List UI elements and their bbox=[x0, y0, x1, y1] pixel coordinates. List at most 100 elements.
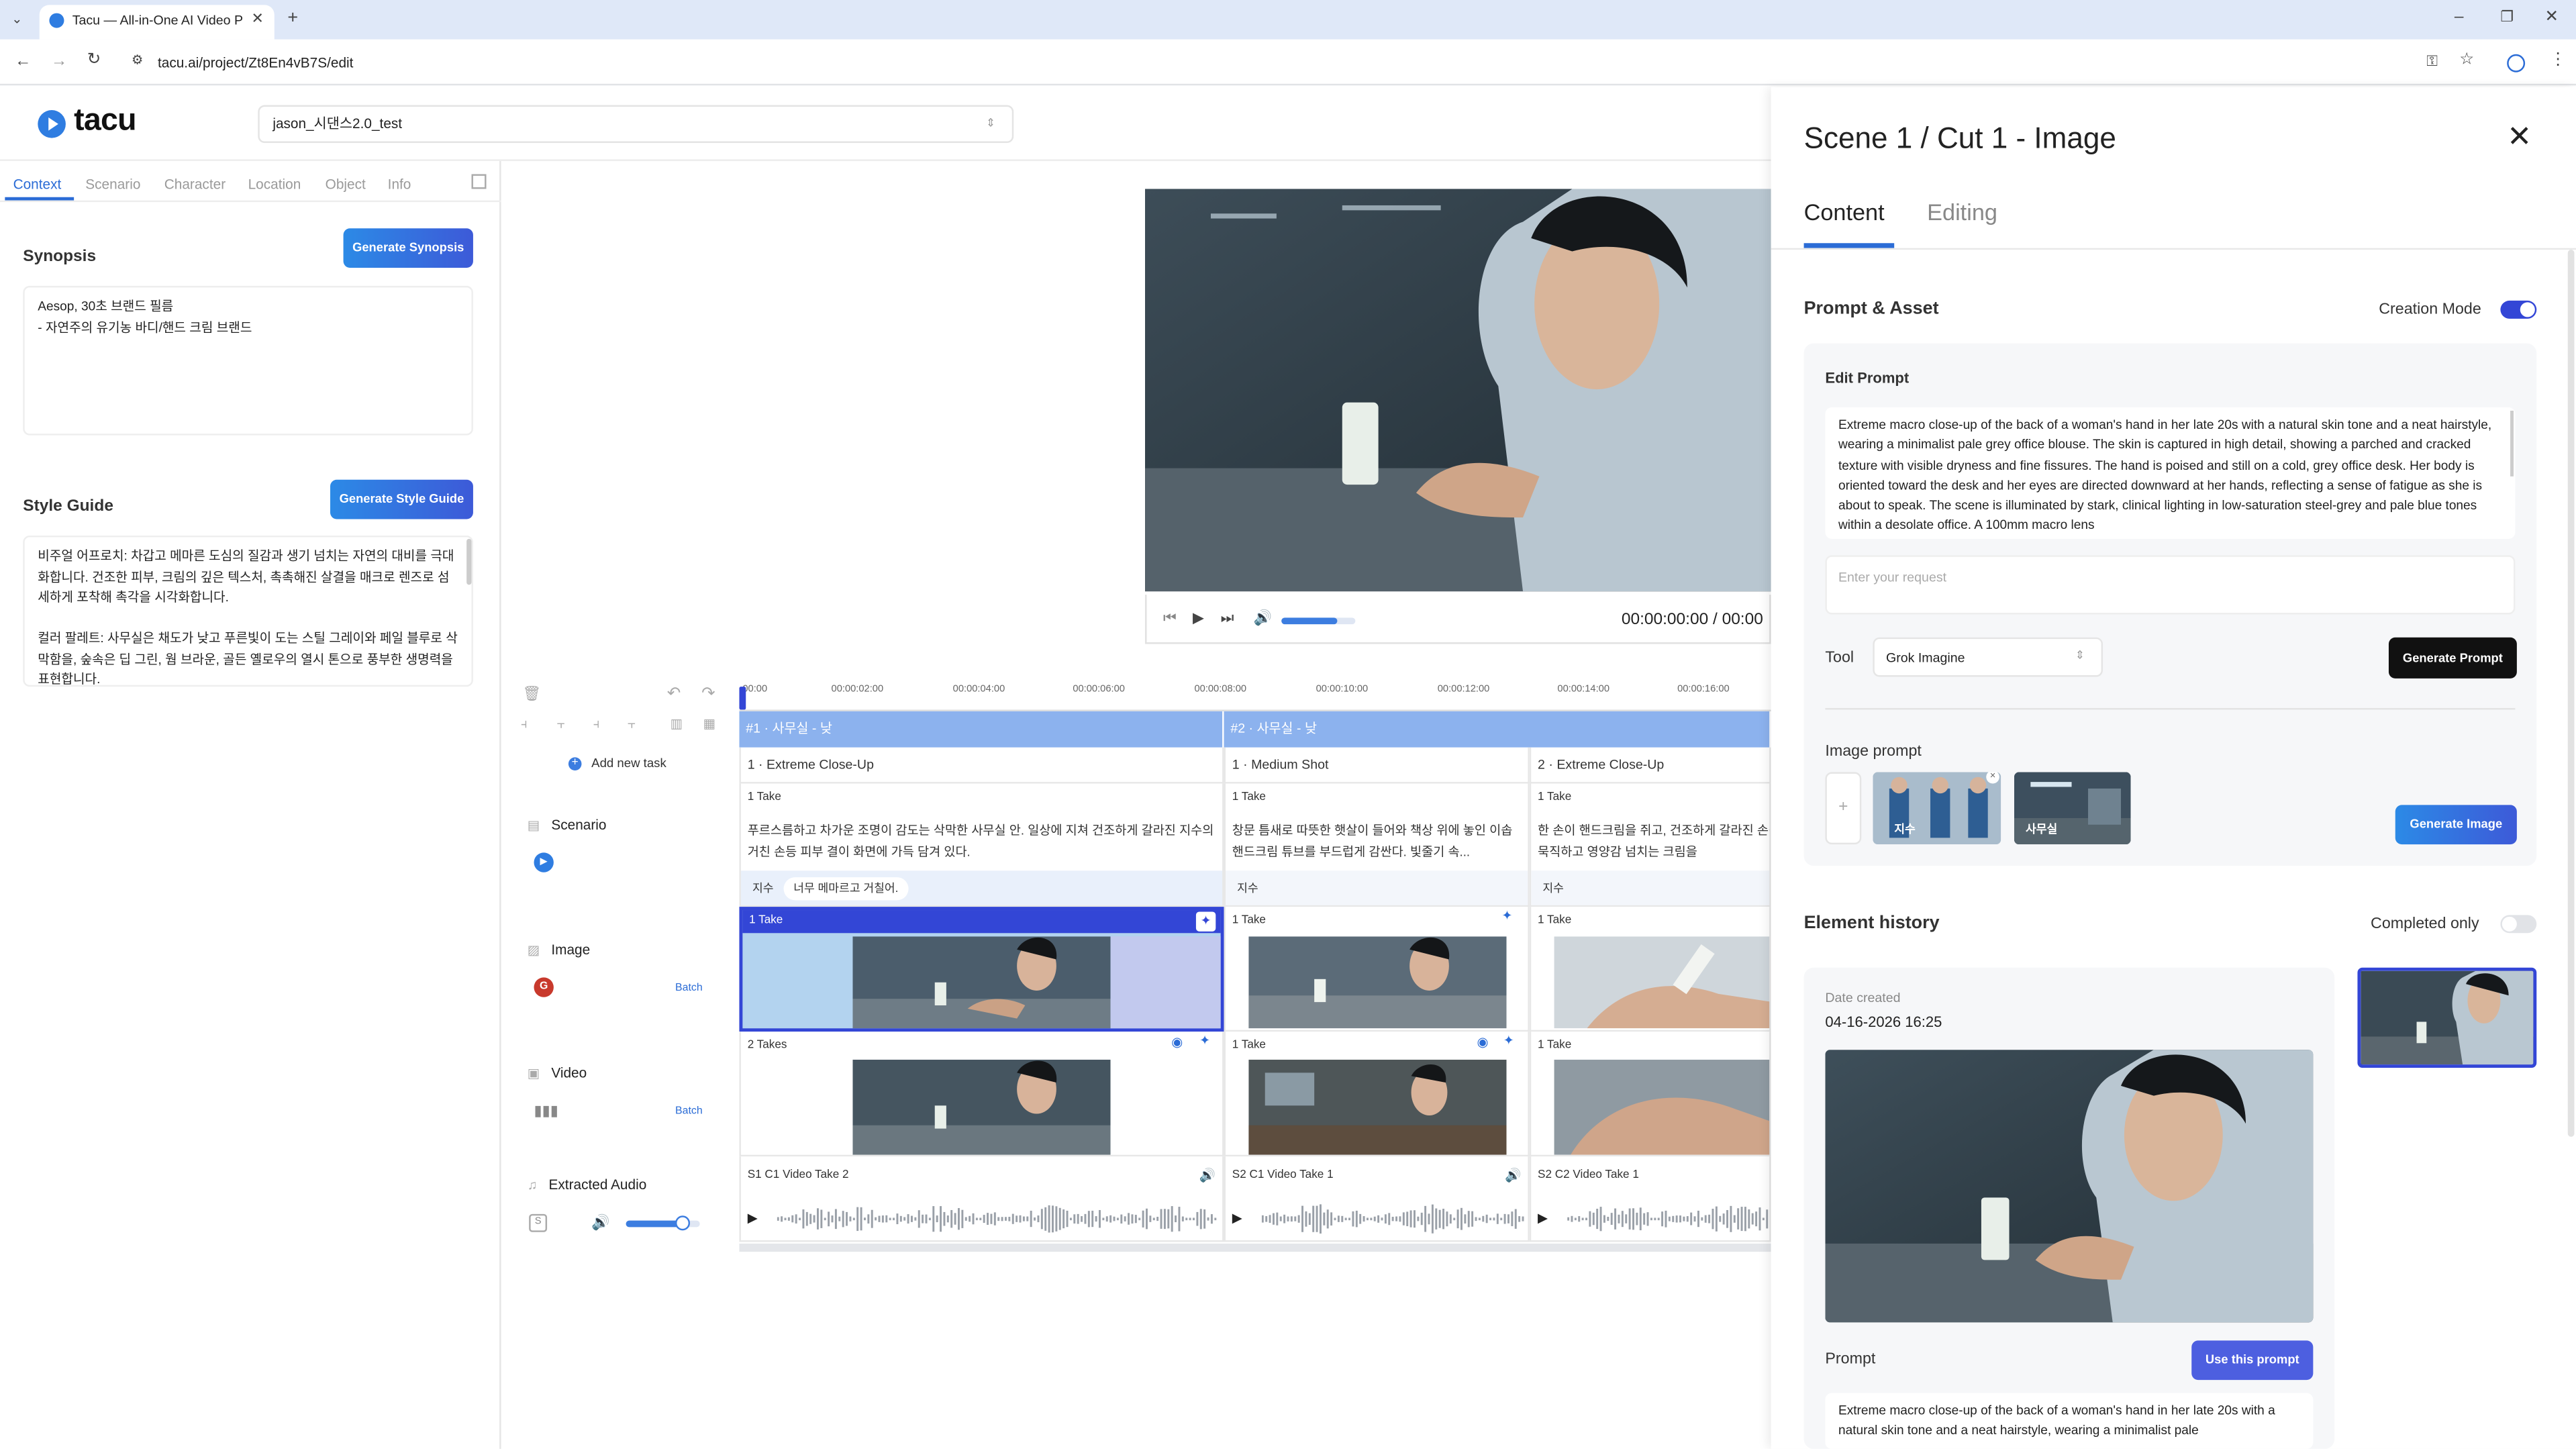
shot-header[interactable]: 1 · Extreme Close-Up bbox=[739, 747, 1224, 784]
video-batch-button[interactable]: Batch bbox=[675, 1105, 703, 1117]
expand-icon[interactable] bbox=[471, 174, 487, 189]
time-ruler[interactable] bbox=[739, 682, 1771, 711]
audio-cell[interactable]: S2 C2 Video Take 1 ▶ bbox=[1529, 1156, 1771, 1242]
scenario-cell[interactable]: 1 Take 창문 틈새로 따뜻한 햇살이 들어와 책상 위에 놓인 이솝 핸드… bbox=[1224, 783, 1530, 907]
tool-select[interactable]: Grok Imagine ⇕ bbox=[1873, 637, 2103, 677]
trash-icon[interactable]: 🗑 bbox=[522, 686, 541, 701]
sparkle-icon[interactable]: ✦ bbox=[1501, 909, 1512, 923]
browser-tab[interactable]: Tacu — All-in-One AI Video P bbox=[39, 5, 275, 40]
audio-volume-icon[interactable]: 🔊 bbox=[591, 1215, 609, 1230]
video-thumbnail[interactable] bbox=[1554, 1059, 1770, 1155]
image-cell[interactable]: 1 Take ✦ bbox=[1224, 907, 1530, 1032]
video-cell[interactable]: 1 Take ◉ ✦ bbox=[1224, 1032, 1530, 1157]
volume-icon[interactable]: 🔊 bbox=[1254, 610, 1272, 626]
completed-only-toggle[interactable] bbox=[2500, 915, 2537, 934]
image-thumbnail[interactable] bbox=[1554, 936, 1770, 1029]
scene-bar-1[interactable]: #1 · 사무실 - 낮 bbox=[739, 711, 1224, 748]
project-selector[interactable]: jason_시댄스2.0_test ⇕ bbox=[258, 105, 1014, 143]
undo-icon[interactable]: ↶ bbox=[667, 686, 681, 703]
password-key-icon[interactable]: ⚿ bbox=[2426, 54, 2438, 69]
image-thumbnail[interactable] bbox=[1248, 936, 1507, 1029]
video-model-icon[interactable]: ▮▮▮ bbox=[534, 1102, 558, 1120]
use-prompt-button[interactable]: Use this prompt bbox=[2191, 1340, 2314, 1381]
sparkle-icon[interactable]: ✦ bbox=[1199, 1034, 1210, 1048]
play-icon[interactable]: ▶ bbox=[1193, 610, 1204, 626]
prompt-textarea[interactable]: Extreme macro close-up of the back of a … bbox=[1825, 407, 2516, 539]
timeline-hscroll[interactable] bbox=[739, 1243, 1771, 1252]
volume-slider[interactable] bbox=[1281, 617, 1356, 625]
back-icon[interactable]: ← bbox=[15, 54, 31, 70]
scrollbar[interactable] bbox=[466, 538, 472, 585]
shot-header[interactable]: 1 · Medium Shot bbox=[1224, 747, 1530, 784]
audio-play-icon[interactable]: ▶ bbox=[1232, 1211, 1242, 1226]
tab-editing[interactable]: Editing bbox=[1927, 199, 1997, 225]
eye-icon[interactable]: ◉ bbox=[1477, 1035, 1488, 1050]
audio-volume-thumb[interactable] bbox=[675, 1215, 691, 1231]
grok-model-icon[interactable]: G bbox=[534, 977, 554, 997]
reference-thumbnail[interactable]: 지수 × bbox=[1873, 772, 2001, 845]
sparkle-icon[interactable]: ✦ bbox=[1195, 911, 1216, 932]
new-tab-icon[interactable]: + bbox=[287, 9, 298, 28]
merge-icon[interactable]: ▦ bbox=[703, 717, 716, 732]
redo-icon[interactable]: ↷ bbox=[701, 686, 715, 703]
video-preview[interactable] bbox=[1145, 189, 1771, 592]
insert-left-icon[interactable]: ⫞ bbox=[521, 717, 528, 732]
image-cell-selected[interactable]: 1 Take ✦ bbox=[739, 907, 1224, 1032]
skip-forward-icon[interactable]: ⏭ bbox=[1221, 610, 1234, 626]
insert-right-icon[interactable]: ⫞ bbox=[593, 717, 600, 732]
image-batch-button[interactable]: Batch bbox=[675, 983, 703, 994]
panel-scrollbar[interactable] bbox=[2567, 250, 2575, 1137]
forward-icon[interactable]: → bbox=[51, 54, 67, 70]
browser-menu-icon[interactable]: ⋮ bbox=[2550, 52, 2566, 68]
reference-thumbnail[interactable]: 사무실 bbox=[2014, 772, 2131, 845]
creation-mode-toggle[interactable] bbox=[2500, 300, 2537, 319]
generate-synopsis-button[interactable]: Generate Synopsis bbox=[343, 228, 473, 268]
tab-character[interactable]: Character bbox=[164, 176, 226, 192]
url-field[interactable]: tacu.ai/project/Zt8En4vB7S/edit bbox=[158, 54, 353, 70]
sparkle-icon[interactable]: ✦ bbox=[1503, 1034, 1514, 1048]
subtitle-icon[interactable]: S bbox=[529, 1213, 548, 1232]
dialogue-text[interactable]: 너무 메마르고 거칠어. bbox=[783, 877, 909, 901]
minimize-icon[interactable]: – bbox=[2455, 9, 2464, 26]
video-cell[interactable]: 2 Takes ◉ ✦ bbox=[739, 1032, 1224, 1157]
speaker-icon[interactable]: 🔊 bbox=[1505, 1168, 1521, 1183]
generate-prompt-button[interactable]: Generate Prompt bbox=[2388, 637, 2517, 679]
tab-content[interactable]: Content bbox=[1804, 199, 1885, 225]
video-thumbnail[interactable] bbox=[852, 1059, 1111, 1155]
site-info-icon[interactable]: ⚙ bbox=[132, 54, 144, 68]
add-reference-button[interactable]: + bbox=[1825, 772, 1862, 845]
scenario-cell[interactable]: 1 Take 한 손이 핸드크림을 쥐고, 건조하게 갈라진 손등 위로 묵직하… bbox=[1529, 783, 1771, 907]
tab-info[interactable]: Info bbox=[388, 176, 411, 192]
audio-play-icon[interactable]: ▶ bbox=[748, 1211, 758, 1226]
bookmark-star-icon[interactable]: ☆ bbox=[2459, 52, 2474, 68]
shot-header[interactable]: 2 · Extreme Close-Up bbox=[1529, 747, 1771, 784]
image-cell[interactable]: 1 Take bbox=[1529, 907, 1771, 1032]
insert-icon[interactable]: ⫟ bbox=[557, 717, 565, 732]
history-image[interactable] bbox=[1825, 1050, 2314, 1323]
scene-bar-2[interactable]: #2 · 사무실 - 낮 bbox=[1224, 711, 1771, 748]
add-task-button[interactable]: + Add new task bbox=[568, 756, 666, 770]
video-thumbnail[interactable] bbox=[1248, 1059, 1507, 1155]
audio-cell[interactable]: S1 C1 Video Take 2 🔊 ▶ bbox=[739, 1156, 1224, 1242]
generate-style-guide-button[interactable]: Generate Style Guide bbox=[330, 479, 473, 519]
eye-icon[interactable]: ◉ bbox=[1171, 1035, 1183, 1050]
insert-end-icon[interactable]: ⫟ bbox=[628, 717, 636, 732]
tab-object[interactable]: Object bbox=[326, 176, 366, 192]
tab-location[interactable]: Location bbox=[248, 176, 301, 192]
tab-scenario[interactable]: Scenario bbox=[85, 176, 140, 192]
request-input[interactable]: Enter your request bbox=[1825, 555, 2516, 615]
close-panel-icon[interactable]: ✕ bbox=[2507, 121, 2532, 151]
window-close-icon[interactable]: ✕ bbox=[2544, 9, 2559, 26]
speaker-icon[interactable]: 🔊 bbox=[1199, 1168, 1216, 1183]
maximize-icon[interactable]: ❐ bbox=[2500, 9, 2514, 25]
skip-back-icon[interactable]: ⏮ bbox=[1163, 610, 1177, 626]
reload-icon[interactable]: ↻ bbox=[87, 52, 101, 68]
split-icon[interactable]: ▥ bbox=[671, 717, 683, 732]
tab-context[interactable]: Context bbox=[13, 176, 62, 192]
audio-cell[interactable]: S2 C1 Video Take 1 🔊 ▶ bbox=[1224, 1156, 1530, 1242]
profile-icon[interactable] bbox=[2507, 54, 2526, 72]
audio-play-icon[interactable]: ▶ bbox=[1538, 1211, 1548, 1226]
close-tab-icon[interactable]: ✕ bbox=[251, 11, 263, 26]
generate-image-button[interactable]: Generate Image bbox=[2395, 805, 2517, 845]
history-thumbnail-selected[interactable] bbox=[2357, 967, 2537, 1068]
